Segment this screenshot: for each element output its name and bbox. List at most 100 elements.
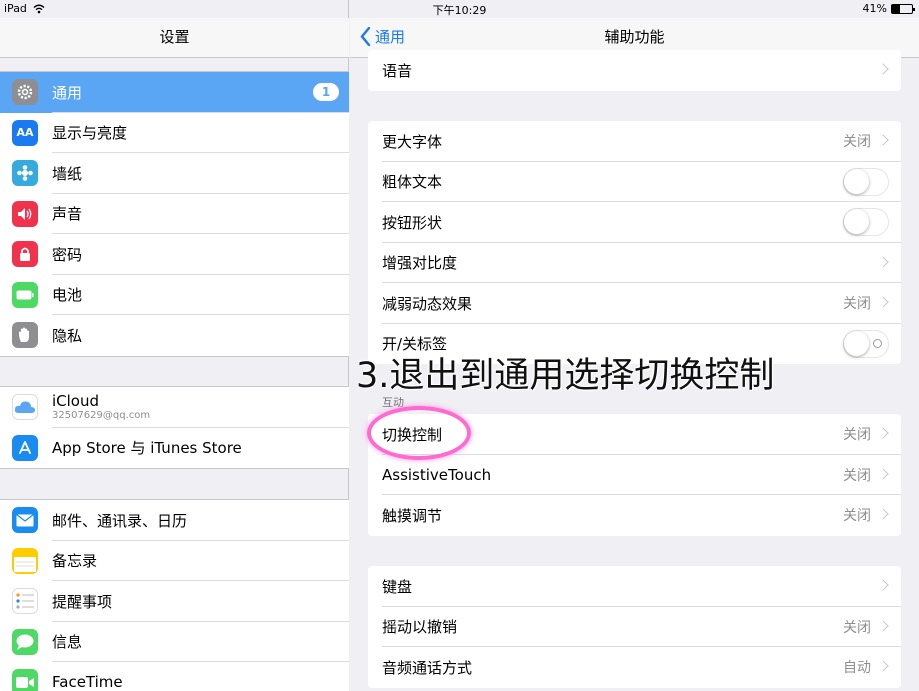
sidebar-item[interactable]: FaceTime <box>0 662 349 691</box>
chevron-right-icon <box>877 427 889 439</box>
lock-icon <box>12 241 38 268</box>
aa-icon: AA <box>12 119 38 146</box>
settings-row-value: 关闭 <box>843 467 871 484</box>
keyboard-group: 键盘摇动以撤销 关闭音频通话方式 自动 <box>368 566 901 688</box>
settings-row[interactable]: 粗体文本 <box>368 162 901 202</box>
sidebar-item[interactable]: 隐私 <box>0 315 349 356</box>
sidebar-item-text: iCloud 32507629@qq.com <box>52 391 151 422</box>
toggle-switch[interactable] <box>843 167 889 196</box>
sidebar-item-label: 备忘录 <box>52 552 98 571</box>
chevron-right-icon <box>877 467 889 480</box>
settings-sidebar: 设置 通用 1 AA 显示与亮度墙纸声音密码电池隐私 iCloud 32507629@q… <box>0 0 349 691</box>
notes-icon <box>12 547 38 574</box>
settings-row[interactable]: 语音 <box>368 50 901 91</box>
sidebar-item[interactable]: 备忘录 <box>0 541 349 581</box>
settings-row-value: 关闭 <box>843 427 871 444</box>
cloud-icon <box>12 394 38 421</box>
chevron-right-icon <box>877 619 889 632</box>
sidebar-item[interactable]: 信息 <box>0 622 349 662</box>
sidebar-item-label: 电池 <box>52 286 83 305</box>
mail-icon <box>12 507 38 534</box>
toggle-knob <box>844 330 869 356</box>
settings-row-label: 摇动以撤销 <box>382 618 458 637</box>
hand-icon <box>12 322 38 349</box>
chevron-right-icon <box>877 63 889 75</box>
sidebar-item[interactable]: 密码 <box>0 234 349 275</box>
status-time: 下午10:29 <box>432 4 487 17</box>
settings-row-value: 关闭 <box>843 508 871 525</box>
chevron-right-icon <box>877 296 889 308</box>
sidebar-item[interactable]: 墙纸 <box>0 153 349 194</box>
battery-percent: 41% <box>862 2 887 15</box>
settings-row-value: 自动 <box>843 660 871 677</box>
settings-row[interactable]: AssistiveTouch 关闭 <box>368 455 901 495</box>
battery-icon <box>891 3 915 14</box>
sidebar-item-label: App Store 与 iTunes Store <box>52 439 242 458</box>
off-label-icon <box>873 338 882 348</box>
sidebar-item-label: 信息 <box>52 633 83 652</box>
sidebar-item-label: 显示与亮度 <box>52 124 128 143</box>
settings-row-label: 减弱动态效果 <box>382 294 473 313</box>
vision-group: 更大字体 关闭 粗体文本 按钮形状 增强对比度 减弱动态效果 关闭 开/关标签 <box>368 121 901 364</box>
settings-row-label: 按钮形状 <box>382 213 443 232</box>
sidebar-item[interactable]: 邮件、通讯录、日历 <box>0 500 349 541</box>
sidebar-item-subtitle: 32507629@qq.com <box>52 409 151 421</box>
sidebar-item[interactable]: 通用 1 <box>0 72 349 113</box>
sidebar-item-label: 隐私 <box>52 326 83 345</box>
highlight-circle <box>367 406 471 460</box>
toggle-switch[interactable] <box>843 329 889 358</box>
settings-row-label: 键盘 <box>382 577 413 596</box>
settings-row-value: 关闭 <box>843 296 871 313</box>
settings-row-label: 语音 <box>382 61 413 80</box>
settings-row[interactable]: 摇动以撤销 关闭 <box>368 607 901 647</box>
settings-row-label: 更大字体 <box>382 132 443 151</box>
settings-row[interactable]: 更大字体 关闭 <box>368 121 901 162</box>
gear-icon <box>12 79 38 106</box>
speech-group: 语音 <box>368 50 901 91</box>
sidebar-item-label: 声音 <box>52 205 83 224</box>
chevron-right-icon <box>877 660 889 672</box>
sidebar-group-3: 邮件、通讯录、日历 备忘录提醒事项信息 FaceTime <box>0 499 349 691</box>
sidebar-item[interactable]: 提醒事项 <box>0 581 349 622</box>
tutorial-annotation: 3.退出到通用选择切换控制 <box>356 356 775 396</box>
sidebar-item[interactable]: App Store 与 iTunes Store <box>0 428 349 469</box>
settings-row[interactable]: 减弱动态效果 关闭 <box>368 283 901 324</box>
status-bar: iPad 下午10:29 41% <box>0 0 919 18</box>
messages-icon <box>12 628 38 655</box>
settings-row-label: 触摸调节 <box>382 506 443 525</box>
sidebar-group-2: iCloud 32507629@qq.com App Store 与 iTunes … <box>0 386 349 469</box>
settings-row[interactable]: 键盘 <box>368 566 901 607</box>
settings-row-label: 粗体文本 <box>382 173 443 192</box>
sidebar-item-label: 提醒事项 <box>52 592 113 611</box>
settings-row[interactable]: 触摸调节 关闭 <box>368 495 901 536</box>
sidebar-item-label: 邮件、通讯录、日历 <box>52 511 188 530</box>
settings-row[interactable]: 音频通话方式 自动 <box>368 647 901 688</box>
sidebar-item-label: 通用 <box>52 83 83 102</box>
sidebar-item-label: FaceTime <box>52 673 123 691</box>
accessibility-pane: 通用 辅助功能 语音 更大字体 关闭 粗体文本 按钮形状 增强对比度 减弱动态效果 关闭 开/… <box>350 0 919 691</box>
sidebar-item-label: 墙纸 <box>52 164 83 183</box>
settings-row-value: 关闭 <box>843 134 871 151</box>
settings-row[interactable]: 增强对比度 <box>368 243 901 283</box>
sidebar-title: 设置 <box>159 28 190 46</box>
sidebar-item-label: 密码 <box>52 245 83 264</box>
reminders-icon <box>12 588 38 615</box>
toggle-knob <box>844 168 869 194</box>
sidebar-item[interactable]: 声音 <box>0 194 349 234</box>
settings-row-value: 关闭 <box>843 619 871 636</box>
chevron-right-icon <box>877 508 889 520</box>
settings-row-label: 增强对比度 <box>382 254 458 273</box>
sidebar-item[interactable]: AA 显示与亮度 <box>0 113 349 153</box>
toggle-knob <box>844 209 869 234</box>
chevron-right-icon <box>877 255 889 268</box>
sidebar-header: 设置 <box>0 18 349 58</box>
settings-row-label: 音频通话方式 <box>382 658 473 677</box>
appstore-icon <box>12 434 38 461</box>
flower-icon <box>12 160 38 187</box>
sidebar-item-label: iCloud <box>52 391 100 410</box>
sidebar-item[interactable]: iCloud 32507629@qq.com <box>0 387 349 428</box>
sidebar-item[interactable]: 电池 <box>0 275 349 315</box>
toggle-switch[interactable] <box>843 208 889 236</box>
notification-badge: 1 <box>313 83 339 101</box>
settings-row[interactable]: 按钮形状 <box>368 202 901 243</box>
